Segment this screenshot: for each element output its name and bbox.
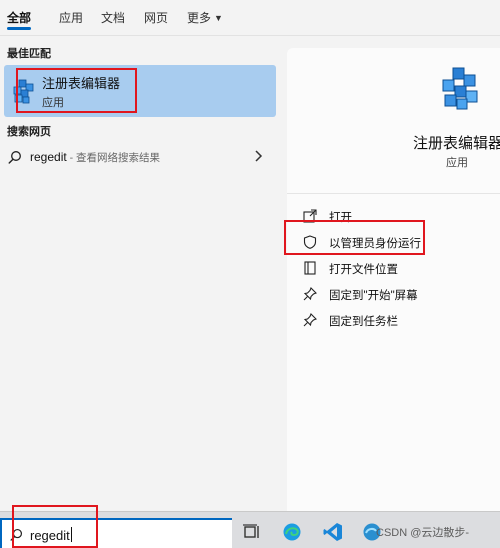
pin-icon (303, 287, 317, 301)
tab-all[interactable]: 全部 (7, 9, 31, 26)
detail-pane: 注册表编辑器 应用 打开 以管理员身份运行 打开文件位置 固定到"开始"屏幕 固… (287, 48, 500, 511)
action-pin-to-taskbar[interactable]: 固定到任务栏 (303, 310, 493, 332)
web-search-heading: 搜索网页 (7, 126, 51, 138)
results-pane: 最佳匹配 注册表编辑器 应用 搜索网页 regedit - 查看网络搜索结果 (0, 37, 280, 511)
detail-app-type: 应用 (446, 157, 468, 169)
web-search-result[interactable]: regedit - 查看网络搜索结果 (4, 145, 276, 171)
tab-more-label: 更多 (187, 11, 212, 25)
tab-more[interactable]: 更多 ▼ (187, 9, 223, 26)
action-pin-to-start[interactable]: 固定到"开始"屏幕 (303, 284, 493, 306)
tab-apps[interactable]: 应用 (59, 9, 83, 26)
task-view-icon[interactable] (242, 522, 262, 542)
highlight-box-search (12, 505, 98, 548)
detail-app-name: 注册表编辑器 (413, 135, 500, 152)
best-match-heading: 最佳匹配 (7, 48, 51, 60)
search-tabs: 全部 应用 文档 网页 更多 ▼ (0, 0, 500, 36)
watermark: CSDN @云边散步- (376, 527, 470, 539)
tab-documents[interactable]: 文档 (101, 9, 125, 26)
web-search-query-text: regedit (30, 150, 67, 164)
web-search-hint: - 查看网络搜索结果 (66, 152, 161, 164)
edge-browser-icon[interactable] (282, 522, 302, 542)
highlight-box-run-as-admin (284, 220, 425, 255)
tab-web[interactable]: 网页 (144, 9, 168, 26)
highlight-box-best-match (16, 68, 137, 113)
chevron-right-icon (255, 150, 263, 162)
action-pin-to-taskbar-label: 固定到任务栏 (329, 316, 398, 328)
folder-open-icon (304, 261, 316, 275)
search-icon (8, 151, 21, 164)
detail-divider (287, 193, 500, 194)
registry-editor-large-icon (442, 67, 478, 110)
action-pin-to-start-label: 固定到"开始"屏幕 (329, 290, 418, 302)
web-search-query: regedit - 查看网络搜索结果 (30, 150, 160, 165)
vscode-icon[interactable] (323, 522, 343, 542)
active-tab-indicator (7, 27, 31, 30)
pin-icon (303, 313, 317, 327)
chevron-down-icon: ▼ (214, 13, 223, 23)
action-open-file-location[interactable]: 打开文件位置 (303, 258, 493, 280)
action-open-file-location-label: 打开文件位置 (329, 264, 398, 276)
